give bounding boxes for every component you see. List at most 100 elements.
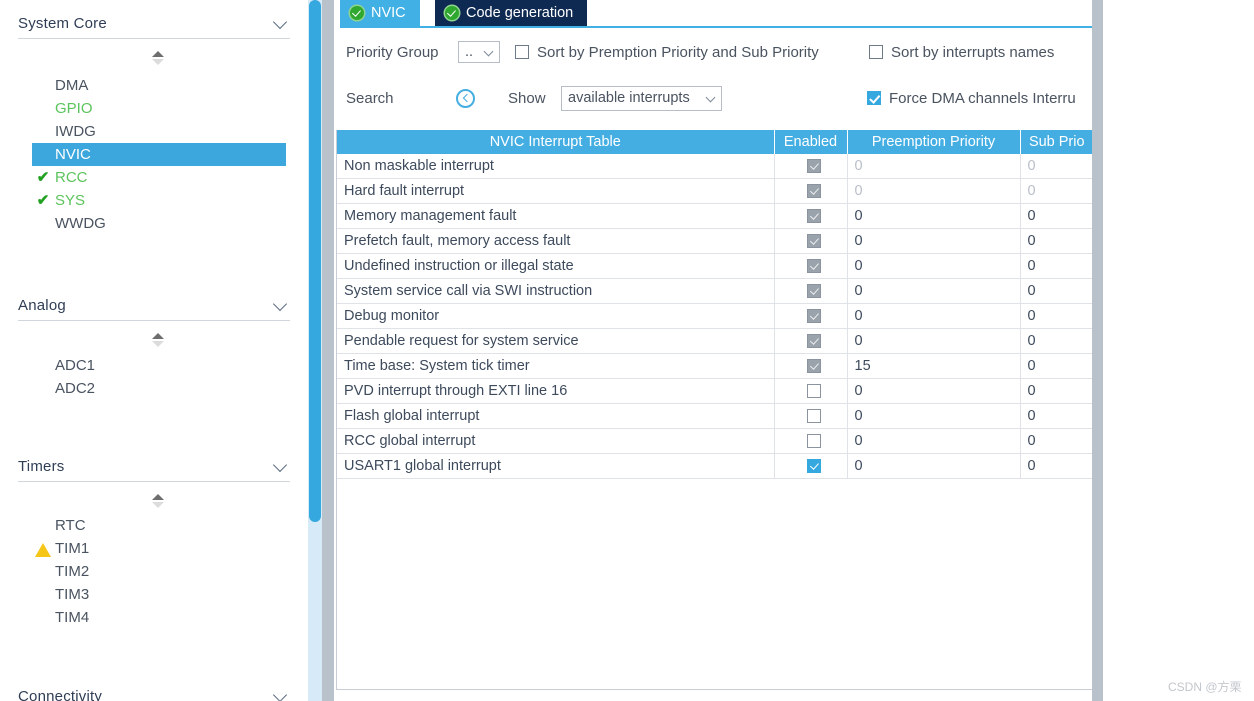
- sort-preemption-checkbox-row[interactable]: Sort by Premption Priority and Sub Prior…: [515, 37, 819, 67]
- cell-enabled[interactable]: [774, 378, 848, 404]
- sidebar-item-sys[interactable]: ✔ SYS: [0, 189, 308, 212]
- main-panel-scrollbar[interactable]: [1092, 0, 1103, 701]
- cell-sub-priority[interactable]: 0: [1020, 178, 1093, 204]
- table-row[interactable]: Undefined instruction or illegal state 0 0: [337, 253, 1093, 279]
- cell-enabled[interactable]: [774, 453, 848, 479]
- cell-sub-priority[interactable]: 0: [1020, 228, 1093, 254]
- table-row[interactable]: Time base: System tick timer 15 0: [337, 353, 1093, 379]
- cell-sub-priority[interactable]: 0: [1020, 353, 1093, 379]
- cell-enabled[interactable]: [774, 303, 848, 329]
- sidebar-item-tim4[interactable]: TIM4: [0, 606, 308, 629]
- sort-names-checkbox-row[interactable]: Sort by interrupts names: [869, 37, 1054, 67]
- chevron-down-icon[interactable]: [274, 688, 288, 701]
- table-row[interactable]: Prefetch fault, memory access fault 0 0: [337, 228, 1093, 254]
- sidebar-item-gpio[interactable]: GPIO: [0, 97, 308, 120]
- cell-preemption-priority[interactable]: 0: [847, 253, 1021, 279]
- cell-enabled[interactable]: [774, 178, 848, 204]
- column-header-enabled[interactable]: Enabled: [774, 130, 848, 154]
- table-row[interactable]: Pendable request for system service 0 0: [337, 328, 1093, 354]
- table-row[interactable]: USART1 global interrupt 0 0: [337, 453, 1093, 479]
- cell-enabled[interactable]: [774, 228, 848, 254]
- cell-preemption-priority[interactable]: 0: [847, 378, 1021, 404]
- table-row[interactable]: System service call via SWI instruction 0…: [337, 278, 1093, 304]
- spinner-up-down-icon[interactable]: [152, 333, 164, 349]
- cell-enabled[interactable]: [774, 278, 848, 304]
- sidebar-item-tim1[interactable]: TIM1: [0, 537, 308, 560]
- cell-preemption-priority[interactable]: 0: [847, 428, 1021, 454]
- table-row[interactable]: Flash global interrupt 0 0: [337, 403, 1093, 429]
- cell-sub-priority[interactable]: 0: [1020, 403, 1093, 429]
- sidebar-item-adc2[interactable]: ADC2: [0, 377, 308, 400]
- cell-preemption-priority[interactable]: 0: [847, 278, 1021, 304]
- sidebar-group-header-analog[interactable]: Analog: [18, 290, 290, 321]
- tab-nvic[interactable]: NVIC: [340, 0, 420, 26]
- sidebar-group-header-timers[interactable]: Timers: [18, 451, 290, 482]
- sidebar-item-rcc[interactable]: ✔ RCC: [0, 166, 308, 189]
- cell-enabled[interactable]: [774, 328, 848, 354]
- sidebar-item-nvic[interactable]: NVIC: [32, 143, 286, 166]
- cell-enabled[interactable]: [774, 403, 848, 429]
- cell-enabled[interactable]: [774, 253, 848, 279]
- sidebar-item-tim3[interactable]: TIM3: [0, 583, 308, 606]
- cell-sub-priority[interactable]: 0: [1020, 303, 1093, 329]
- cell-preemption-priority[interactable]: 0: [847, 154, 1021, 179]
- cell-sub-priority[interactable]: 0: [1020, 378, 1093, 404]
- sidebar-group-header-connectivity[interactable]: Connectivity: [18, 681, 290, 701]
- table-row[interactable]: PVD interrupt through EXTI line 16 0 0: [337, 378, 1093, 404]
- cell-enabled[interactable]: [774, 154, 848, 179]
- enabled-checkbox[interactable]: [807, 409, 821, 424]
- force-dma-checkbox-row[interactable]: Force DMA channels Interru: [867, 83, 1076, 113]
- chevron-down-icon[interactable]: [274, 458, 288, 472]
- cell-preemption-priority[interactable]: 0: [847, 328, 1021, 354]
- sidebar-item-dma[interactable]: DMA: [0, 74, 308, 97]
- cell-enabled[interactable]: [774, 428, 848, 454]
- enabled-checkbox[interactable]: [807, 459, 821, 474]
- cell-sub-priority[interactable]: 0: [1020, 253, 1093, 279]
- column-header-name[interactable]: NVIC Interrupt Table: [337, 130, 775, 154]
- table-row[interactable]: Hard fault interrupt 0 0: [337, 178, 1093, 204]
- sidebar-item-adc1[interactable]: ADC1: [0, 354, 308, 377]
- cell-preemption-priority[interactable]: 0: [847, 228, 1021, 254]
- table-row[interactable]: Memory management fault 0 0: [337, 203, 1093, 229]
- show-select[interactable]: available interrupts: [561, 85, 722, 111]
- cell-preemption-priority[interactable]: 0: [847, 303, 1021, 329]
- spinner-up-down-icon[interactable]: [152, 51, 164, 67]
- cell-sub-priority[interactable]: 0: [1020, 203, 1093, 229]
- cell-sub-priority[interactable]: 0: [1020, 154, 1093, 179]
- sidebar-item-iwdg[interactable]: IWDG: [0, 120, 308, 143]
- cell-preemption-priority[interactable]: 0: [847, 178, 1021, 204]
- circle-chevron-left-icon[interactable]: [456, 88, 475, 108]
- search-nav-button[interactable]: [456, 83, 475, 113]
- cell-sub-priority[interactable]: 0: [1020, 428, 1093, 454]
- cell-sub-priority[interactable]: 0: [1020, 328, 1093, 354]
- force-dma-checkbox[interactable]: [867, 91, 881, 105]
- priority-group-select[interactable]: ..: [458, 41, 500, 63]
- column-header-preemption-priority[interactable]: Preemption Priority: [847, 130, 1021, 154]
- sidebar-group-header-system-core[interactable]: System Core: [18, 8, 290, 39]
- cell-preemption-priority[interactable]: 0: [847, 403, 1021, 429]
- tab-code-generation[interactable]: Code generation: [435, 0, 588, 26]
- panel-splitter[interactable]: [322, 0, 334, 701]
- column-header-sub-priority[interactable]: Sub Prio: [1020, 130, 1093, 154]
- cell-preemption-priority[interactable]: 15: [847, 353, 1021, 379]
- sidebar-item-wwdg[interactable]: WWDG: [0, 212, 308, 235]
- table-row[interactable]: Non maskable interrupt 0 0: [337, 154, 1093, 179]
- cell-sub-priority[interactable]: 0: [1020, 278, 1093, 304]
- cell-enabled[interactable]: [774, 203, 848, 229]
- sidebar-item-rtc[interactable]: RTC: [0, 514, 308, 537]
- chevron-down-icon[interactable]: [274, 15, 288, 29]
- sidebar-item-tim2[interactable]: TIM2: [0, 560, 308, 583]
- table-row[interactable]: Debug monitor 0 0: [337, 303, 1093, 329]
- sort-preemption-checkbox[interactable]: [515, 45, 529, 59]
- cell-sub-priority[interactable]: 0: [1020, 453, 1093, 479]
- sort-names-checkbox[interactable]: [869, 45, 883, 59]
- sidebar-scrollbar-thumb[interactable]: [309, 0, 321, 522]
- enabled-checkbox[interactable]: [807, 434, 821, 449]
- spinner-up-down-icon[interactable]: [152, 494, 164, 510]
- chevron-down-icon[interactable]: [274, 297, 288, 311]
- cell-preemption-priority[interactable]: 0: [847, 203, 1021, 229]
- cell-preemption-priority[interactable]: 0: [847, 453, 1021, 479]
- enabled-checkbox[interactable]: [807, 384, 821, 399]
- cell-enabled[interactable]: [774, 353, 848, 379]
- table-row[interactable]: RCC global interrupt 0 0: [337, 428, 1093, 454]
